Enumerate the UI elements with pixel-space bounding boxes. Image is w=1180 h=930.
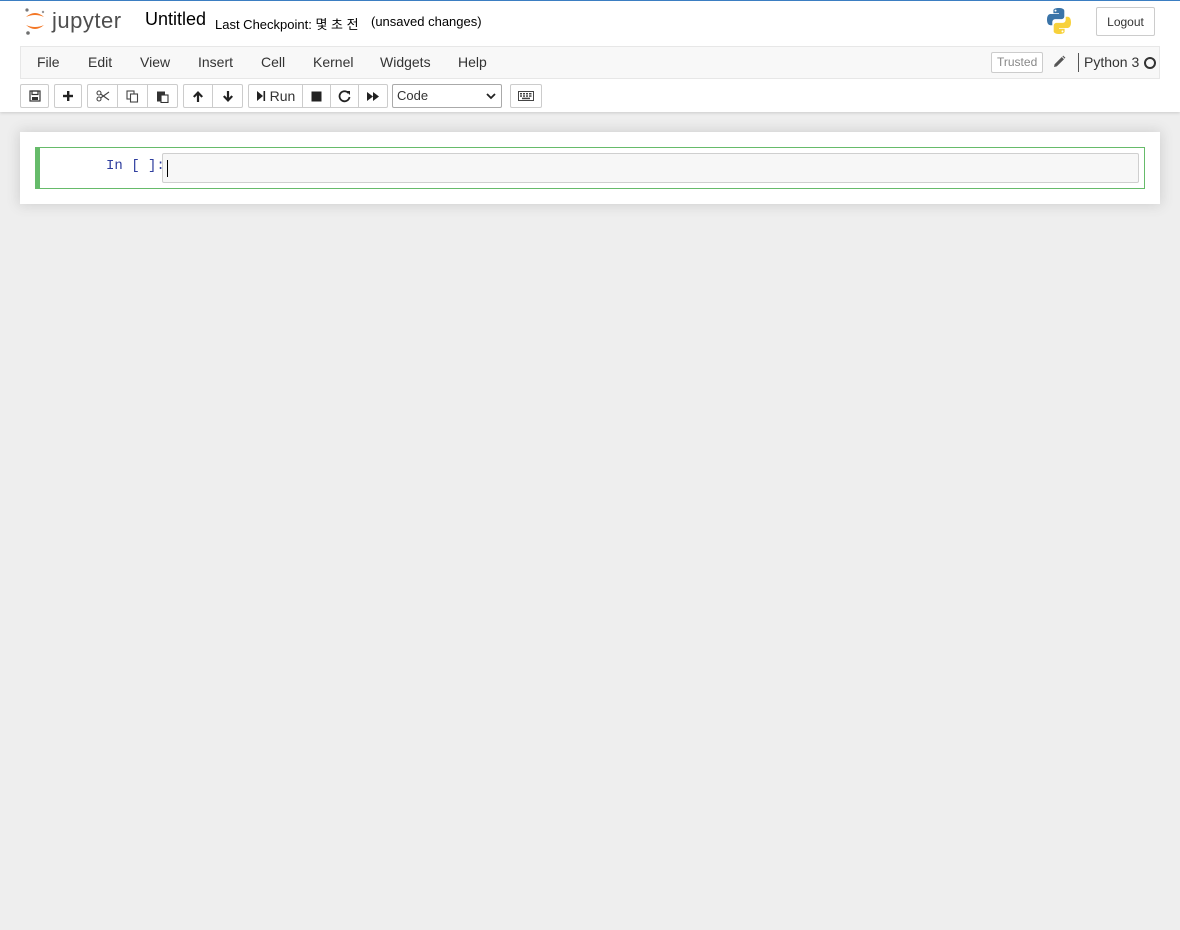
menu-kernel[interactable]: Kernel [313,47,353,78]
logout-button[interactable]: Logout [1096,7,1155,36]
fast-forward-icon [367,91,379,101]
code-editor[interactable] [162,153,1139,183]
menu-file[interactable]: File [37,47,60,78]
notebook-name[interactable]: Untitled [145,9,206,30]
jupyter-logo-text: jupyter [52,8,122,33]
paste-icon [157,91,169,103]
cell-type-select[interactable]: Code [392,84,502,108]
checkpoint-status: Last Checkpoint: 몇 초 전 [215,17,359,32]
menu-widgets[interactable]: Widgets [380,47,431,78]
kernel-idle-indicator-icon [1144,57,1156,69]
move-up-button[interactable] [183,84,213,108]
copy-icon [126,89,139,103]
arrow-down-icon [222,90,233,102]
jupyter-logo[interactable]: jupyter [24,6,122,36]
kernel-name[interactable]: Python 3 [1084,47,1139,78]
restart-run-all-button[interactable] [358,84,388,108]
kernel-separator [1078,53,1079,72]
move-down-button[interactable] [212,84,243,108]
run-button[interactable]: Run [248,84,303,108]
cell-selection-bar [35,147,40,189]
menu-cell[interactable]: Cell [261,47,285,78]
paste-button[interactable] [147,84,178,108]
save-icon [28,90,41,102]
arrow-up-icon [193,90,203,102]
command-palette-button[interactable] [510,84,542,108]
chevron-down-icon [486,93,496,100]
menu-help[interactable]: Help [458,47,487,78]
menu-view[interactable]: View [140,47,170,78]
menubar: File Edit View Insert Cell Kernel Widget… [20,46,1160,79]
code-cell[interactable]: In [ ]: [35,147,1145,189]
run-label: Run [269,88,296,104]
input-prompt: In [ ]: [106,158,165,174]
trusted-indicator[interactable]: Trusted [991,52,1044,73]
run-icon [256,91,265,101]
cut-button[interactable] [87,84,118,108]
cut-icon [95,90,109,102]
plus-icon [63,91,73,101]
notebook-container: In [ ]: [20,132,1160,204]
menu-edit[interactable]: Edit [88,47,112,78]
notebook-header: jupyter Untitled Last Checkpoint: 몇 초 전 … [0,0,1180,112]
cell-type-value: Code [397,88,429,103]
insert-cell-button[interactable] [54,84,82,108]
jupyter-logo-icon [24,6,46,36]
python-logo-icon [1044,6,1074,36]
save-button[interactable] [20,84,49,108]
edit-mode-pencil-icon [1052,55,1066,69]
interrupt-kernel-button[interactable] [302,84,331,108]
stop-icon [311,91,322,101]
copy-button[interactable] [117,84,148,108]
restart-icon [338,89,351,102]
restart-kernel-button[interactable] [330,84,359,108]
menu-insert[interactable]: Insert [198,47,233,78]
autosave-status: (unsaved changes) [371,14,482,29]
keyboard-icon [518,91,534,101]
text-cursor [167,160,168,177]
